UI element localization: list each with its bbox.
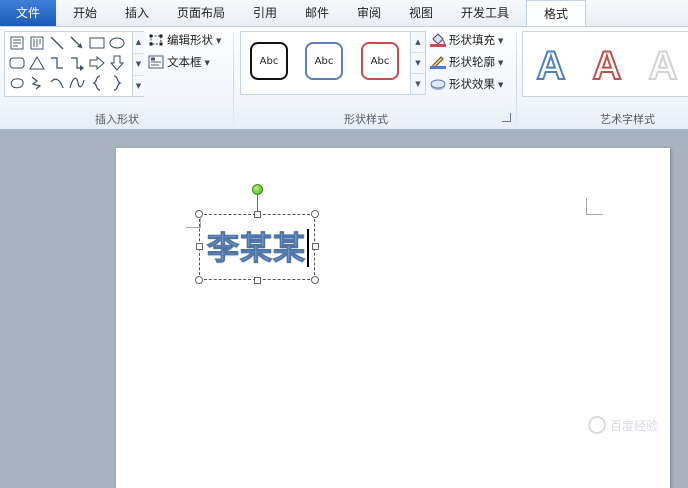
tab-references[interactable]: 引用 bbox=[246, 0, 284, 26]
rounded-rectangle-shape-icon[interactable] bbox=[8, 54, 26, 72]
wordart-textbox[interactable]: 李某某 bbox=[199, 214, 315, 280]
shape-style-sample[interactable]: Abc bbox=[305, 42, 343, 80]
right-brace-shape-icon[interactable] bbox=[108, 74, 126, 92]
chevron-down-icon: ▼ bbox=[498, 81, 504, 89]
paint-bucket-icon bbox=[430, 33, 446, 47]
chevron-down-icon: ▼ bbox=[498, 59, 504, 67]
rectangle-shape-icon[interactable] bbox=[88, 34, 106, 52]
right-arrow-shape-icon[interactable] bbox=[88, 54, 106, 72]
chevron-down-icon: ▼ bbox=[204, 59, 210, 67]
shape-gallery-scrollbar[interactable]: ▲ ▼ ▼ bbox=[132, 32, 144, 96]
chevron-down-icon: ▼ bbox=[498, 37, 504, 45]
ribbon: ▲ ▼ ▼ 编辑形状 ▼ 文本框 ▼ 插入形状 Abc Abc Abc ▲ ▼ ▼ … bbox=[0, 26, 688, 130]
shape-fill-button[interactable]: 形状填充 ▼ bbox=[430, 31, 503, 49]
scroll-up-icon[interactable]: ▲ bbox=[133, 32, 144, 54]
ribbon-tab-bar: 文件 开始 插入 页面布局 引用 邮件 审阅 视图 开发工具 格式 bbox=[0, 0, 688, 27]
tab-file[interactable]: 文件 bbox=[0, 0, 56, 26]
shape-outline-button[interactable]: 形状轮廓 ▼ bbox=[430, 53, 503, 71]
arrow-shape-icon[interactable] bbox=[68, 34, 86, 52]
wordart-sample[interactable]: A bbox=[531, 45, 571, 87]
wordart-sample[interactable]: A bbox=[587, 45, 627, 87]
shape-effects-icon bbox=[430, 77, 446, 91]
text-box-button[interactable]: 文本框 ▼ bbox=[148, 53, 210, 71]
shape-style-gallery[interactable]: Abc Abc Abc ▲ ▼ ▼ bbox=[240, 31, 426, 95]
edit-points-icon bbox=[148, 33, 164, 47]
tab-insert[interactable]: 插入 bbox=[118, 0, 156, 26]
wordart-sample[interactable]: A bbox=[643, 45, 683, 87]
margin-corner-mark bbox=[586, 198, 603, 215]
text-caret bbox=[307, 229, 309, 267]
scribble-shape-icon[interactable] bbox=[28, 74, 46, 92]
tab-review[interactable]: 审阅 bbox=[350, 0, 388, 26]
rotation-handle[interactable] bbox=[252, 184, 263, 195]
line-shape-icon[interactable] bbox=[48, 34, 66, 52]
style-gallery-scrollbar[interactable]: ▲ ▼ ▼ bbox=[410, 32, 425, 94]
pencil-outline-icon bbox=[430, 55, 446, 69]
resize-handle-right[interactable] bbox=[312, 243, 319, 250]
tab-page-layout[interactable]: 页面布局 bbox=[170, 0, 232, 26]
tab-view[interactable]: 视图 bbox=[402, 0, 440, 26]
resize-handle-top[interactable] bbox=[254, 211, 261, 218]
curve-shape-icon[interactable] bbox=[68, 74, 86, 92]
tab-mailings[interactable]: 邮件 bbox=[298, 0, 336, 26]
dialog-launcher-icon[interactable] bbox=[502, 113, 511, 122]
wordart-style-gallery[interactable]: A A A bbox=[522, 31, 688, 97]
scroll-down-icon[interactable]: ▼ bbox=[411, 53, 425, 74]
textbox-shape-icon[interactable] bbox=[8, 34, 26, 52]
gallery-more-icon[interactable]: ▼ bbox=[133, 76, 144, 97]
shape-effects-button[interactable]: 形状效果 ▼ bbox=[430, 75, 503, 93]
gallery-more-icon[interactable]: ▼ bbox=[411, 74, 425, 94]
vertical-textbox-shape-icon[interactable] bbox=[28, 34, 46, 52]
triangle-shape-icon[interactable] bbox=[28, 54, 46, 72]
shape-style-sample[interactable]: Abc bbox=[250, 42, 288, 80]
left-brace-shape-icon[interactable] bbox=[88, 74, 106, 92]
resize-handle-bottom-left[interactable] bbox=[195, 276, 203, 284]
resize-handle-top-right[interactable] bbox=[311, 210, 319, 218]
chevron-down-icon: ▼ bbox=[216, 37, 222, 45]
wordart-styles-group-label: 艺术字样式 bbox=[600, 113, 655, 126]
shape-gallery[interactable]: ▲ ▼ ▼ bbox=[4, 31, 144, 97]
resize-handle-top-left[interactable] bbox=[195, 210, 203, 218]
tab-home[interactable]: 开始 bbox=[66, 0, 104, 26]
shape-style-sample[interactable]: Abc bbox=[361, 42, 399, 80]
oval-shape-icon[interactable] bbox=[108, 34, 126, 52]
shape-styles-group-label: 形状样式 bbox=[344, 113, 388, 126]
resize-handle-left[interactable] bbox=[196, 243, 203, 250]
tab-developer[interactable]: 开发工具 bbox=[452, 0, 518, 26]
document-page[interactable]: 李某某 百度经验 bbox=[116, 148, 670, 488]
elbow-arrow-connector-icon[interactable] bbox=[68, 54, 86, 72]
watermark-logo-icon bbox=[588, 416, 606, 434]
arc-shape-icon[interactable] bbox=[48, 74, 66, 92]
resize-handle-bottom[interactable] bbox=[254, 277, 261, 284]
elbow-connector-icon[interactable] bbox=[48, 54, 66, 72]
freeform-shape-icon[interactable] bbox=[8, 74, 26, 92]
group-separator bbox=[516, 31, 517, 127]
text-box-icon bbox=[148, 55, 164, 69]
scroll-down-icon[interactable]: ▼ bbox=[133, 54, 144, 76]
watermark: 百度经验 bbox=[588, 416, 658, 434]
tab-format[interactable]: 格式 bbox=[526, 0, 586, 27]
resize-handle-bottom-right[interactable] bbox=[311, 276, 319, 284]
wordart-text[interactable]: 李某某 bbox=[206, 229, 306, 268]
edit-shape-button[interactable]: 编辑形状 ▼ bbox=[148, 31, 221, 49]
insert-shapes-group-label: 插入形状 bbox=[95, 113, 139, 126]
down-arrow-shape-icon[interactable] bbox=[108, 54, 126, 72]
group-separator bbox=[233, 31, 234, 127]
scroll-up-icon[interactable]: ▲ bbox=[411, 32, 425, 53]
